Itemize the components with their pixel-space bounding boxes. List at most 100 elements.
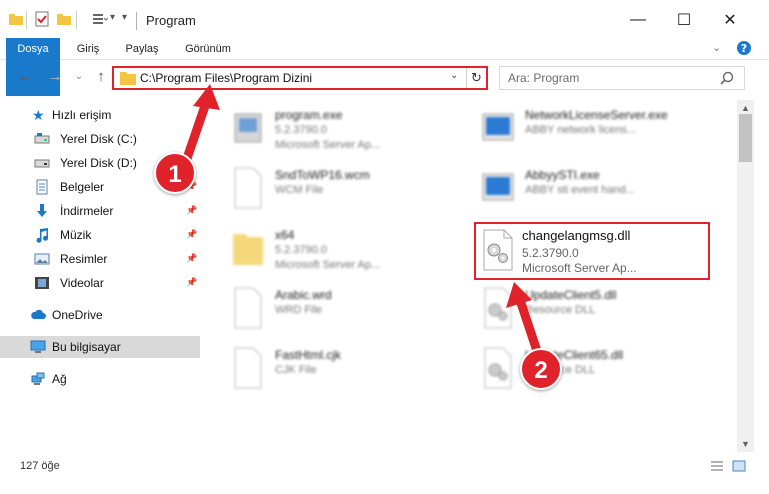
divider — [26, 11, 27, 29]
downloads-icon — [37, 204, 47, 217]
sidebar-item-label: Müzik — [60, 228, 92, 242]
back-button[interactable]: ← — [16, 68, 34, 86]
ribbon-tabs: Dosya Giriş Paylaş Görünüm — [0, 38, 769, 96]
sidebar-item-label: Bu bilgisayar — [52, 340, 121, 354]
close-button[interactable]: ✕ — [707, 6, 753, 34]
window-title: Program — [146, 13, 196, 28]
exe-file-icon — [482, 113, 514, 141]
pin-icon[interactable]: 📌 — [186, 229, 197, 240]
details-view-icon[interactable] — [710, 460, 724, 472]
sidebar-item-label: Yerel Disk (D:) — [60, 156, 137, 170]
list-item[interactable]: Arabic.wrd WRD File — [227, 282, 477, 340]
chevron-down-icon[interactable]: ⌄ — [450, 70, 458, 81]
list-item[interactable]: UpdateClient5.dll Resource DLL — [477, 282, 727, 340]
status-bar: 127 öğe — [0, 452, 769, 494]
sidebar-item-local-disk-c[interactable]: Yerel Disk (C:) — [0, 128, 200, 150]
tab-file[interactable]: Dosya — [6, 38, 60, 96]
dll-file-icon — [484, 287, 512, 329]
divider — [76, 11, 77, 29]
forward-button[interactable]: → — [46, 68, 64, 86]
pin-icon[interactable]: 📌 — [186, 277, 197, 288]
list-item[interactable]: UpdateClient65.dll Resource DLL — [477, 342, 727, 400]
address-bar[interactable]: C:\Program Files\Program Dizini ⌄ ↻ — [112, 66, 488, 90]
scroll-down-icon[interactable]: ▼ — [737, 436, 754, 452]
folder-icon — [120, 72, 136, 85]
maximize-button[interactable]: ☐ — [661, 6, 707, 34]
pin-icon[interactable]: 📌 — [186, 205, 197, 216]
sidebar-item-label: İndirmeler — [60, 204, 114, 218]
computer-icon — [30, 340, 46, 353]
sidebar-item-pictures[interactable]: Resimler 📌 — [0, 248, 200, 270]
refresh-button[interactable]: ↻ — [466, 68, 486, 88]
step-badge-1: 1 — [154, 152, 196, 194]
sidebar-item-quick-access[interactable]: ★ Hızlı erişim — [0, 104, 200, 126]
sidebar-item-label: Hızlı erişim — [52, 108, 112, 122]
drive-icon — [34, 133, 50, 144]
list-item[interactable]: FastHtml.cjk CJK File — [227, 342, 477, 400]
sidebar-item-label: Videolar — [60, 276, 104, 290]
sidebar-item-this-pc[interactable]: Bu bilgisayar — [0, 336, 200, 358]
list-item[interactable]: SndToWP16.wcm WCM File — [227, 162, 477, 220]
pictures-icon — [34, 253, 50, 265]
list-item[interactable]: x64 5.2.3790.0 Microsoft Server Ap... — [227, 222, 477, 280]
file-name: SndToWP16.wcm — [275, 168, 370, 182]
file-name: UpdateClient5.dll — [525, 288, 617, 302]
pin-icon[interactable]: 📌 — [186, 253, 197, 264]
sidebar-item-onedrive[interactable]: OneDrive — [0, 304, 200, 326]
list-item[interactable]: AbbyySTI.exe ABBY sti event hand... — [477, 162, 727, 220]
sidebar-item-music[interactable]: Müzik 📌 — [0, 224, 200, 246]
sidebar-item-label: Ağ — [52, 372, 67, 386]
properties-icon[interactable] — [34, 11, 50, 27]
help-icon[interactable]: ? — [736, 40, 752, 56]
file-name: changelangmsg.dll — [522, 228, 631, 243]
up-button[interactable]: ↑ — [92, 68, 110, 86]
blank-file-icon — [234, 347, 262, 389]
file-version: 5.2.3790.0 — [275, 244, 327, 256]
drive-icon — [34, 159, 50, 168]
sidebar-item-label: Belgeler — [60, 180, 105, 194]
title-bar: ▾ ▾ Program — ☐ ✕ — [0, 0, 769, 40]
dropdown-arrow-icon[interactable]: ▾ — [122, 12, 127, 23]
sidebar-item-videos[interactable]: Videolar 📌 — [0, 272, 200, 294]
minimize-button[interactable]: — — [615, 6, 661, 34]
tab-home[interactable]: Giriş — [66, 38, 110, 60]
divider — [136, 12, 137, 30]
file-description: Microsoft Server Ap... — [522, 261, 637, 275]
file-name: x64 — [275, 228, 295, 242]
folder-icon — [9, 14, 23, 25]
customize-quick-access-icon[interactable] — [92, 11, 108, 27]
step-badge-2: 2 — [520, 348, 562, 390]
file-type: CJK File — [275, 364, 317, 376]
search-box[interactable]: Ara: Program — [499, 66, 745, 90]
documents-icon — [36, 179, 48, 195]
sidebar-item-downloads[interactable]: İndirmeler 📌 — [0, 200, 200, 222]
tab-share[interactable]: Paylaş — [118, 38, 166, 60]
blank-file-icon — [234, 287, 262, 329]
videos-icon — [35, 277, 49, 289]
recent-locations-icon[interactable]: ⌄ — [70, 68, 88, 86]
list-item[interactable]: program.exe 5.2.3790.0 Microsoft Server … — [227, 102, 477, 160]
tab-view[interactable]: Görünüm — [178, 38, 238, 60]
file-name: NetworkLicenseServer.exe — [525, 108, 668, 122]
exe-file-icon — [482, 173, 514, 201]
file-description: ABBY sti event hand... — [525, 184, 635, 196]
new-folder-icon[interactable] — [56, 11, 72, 27]
chevron-down-icon[interactable]: ▾ — [110, 12, 115, 23]
file-version: 5.2.3790.0 — [275, 124, 327, 136]
scroll-thumb[interactable] — [739, 114, 752, 162]
search-input[interactable]: Ara: Program — [508, 71, 579, 85]
network-icon — [31, 372, 45, 385]
vertical-scrollbar[interactable]: ▲ ▼ — [737, 100, 754, 452]
file-description: Microsoft Server Ap... — [275, 139, 381, 151]
star-icon: ★ — [32, 107, 45, 123]
large-icons-view-icon[interactable] — [732, 460, 746, 472]
address-path[interactable]: C:\Program Files\Program Dizini — [140, 71, 312, 85]
file-description: Microsoft Server Ap... — [275, 259, 381, 271]
exe-file-icon — [234, 113, 262, 143]
list-item[interactable]: NetworkLicenseServer.exe ABBY network li… — [477, 102, 727, 160]
sidebar-item-network[interactable]: Ağ — [0, 368, 200, 390]
expand-ribbon-icon[interactable]: ⌄ — [712, 40, 728, 56]
cloud-icon — [31, 309, 46, 319]
highlighted-dll-file[interactable]: changelangmsg.dll 5.2.3790.0 Microsoft S… — [474, 222, 710, 280]
sidebar-item-label: OneDrive — [52, 308, 103, 322]
